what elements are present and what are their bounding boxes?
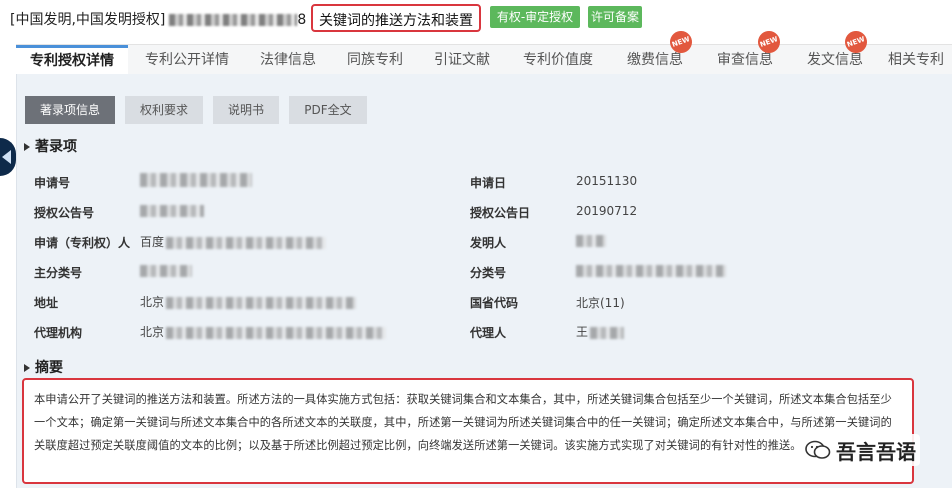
label-agent: 代理人 bbox=[470, 326, 507, 340]
status-badge: 有权-审定授权 bbox=[490, 6, 580, 28]
label-address: 地址 bbox=[34, 296, 59, 310]
redacted-number bbox=[169, 14, 298, 26]
tab-publication-detail[interactable]: 专利公开详情 bbox=[132, 45, 242, 75]
label-applicant: 申请（专利权）人 bbox=[34, 236, 131, 250]
label-agency: 代理机构 bbox=[34, 326, 83, 340]
abstract-box: 本申请公开了关键词的推送方法和装置。所述方法的一具体实施方式包括：获取关键词集合… bbox=[22, 378, 914, 484]
label-application-date: 申请日 bbox=[470, 176, 507, 190]
triangle-icon bbox=[24, 143, 30, 151]
value-address: 北京 bbox=[140, 293, 357, 310]
subtab-description[interactable]: 说明书 bbox=[213, 96, 279, 124]
label-province-code: 国省代码 bbox=[470, 296, 519, 310]
tab-legal-info[interactable]: 法律信息 bbox=[244, 45, 332, 75]
value-grant-pub-number bbox=[140, 203, 204, 217]
triangle-icon bbox=[24, 364, 30, 372]
tab-family-patents[interactable]: 同族专利 bbox=[332, 45, 418, 75]
watermark: 吾言吾语 bbox=[800, 434, 920, 466]
label-grant-pub-number: 授权公告号 bbox=[34, 206, 95, 220]
abstract-text: 本申请公开了关键词的推送方法和装置。所述方法的一具体实施方式包括：获取关键词集合… bbox=[34, 393, 892, 452]
value-application-date: 20151130 bbox=[576, 174, 638, 188]
label-class: 分类号 bbox=[470, 266, 507, 280]
tab-citations[interactable]: 引证文献 bbox=[418, 45, 506, 75]
tab-grant-detail[interactable]: 专利授权详情 bbox=[16, 45, 128, 75]
patent-number-suffix: 8 bbox=[297, 12, 307, 28]
collapse-arrow-icon[interactable] bbox=[0, 138, 16, 176]
subtab-bibliography[interactable]: 著录项信息 bbox=[25, 96, 115, 124]
tab-notice-info[interactable]: 发文信息 bbox=[790, 45, 880, 75]
bibliography-heading: 著录项 bbox=[24, 136, 77, 156]
subtab-claims[interactable]: 权利要求 bbox=[125, 96, 203, 124]
value-applicant: 百度 bbox=[140, 233, 327, 250]
patent-number: [中国发明,中国发明授权] 8 bbox=[10, 9, 306, 29]
tab-patent-value[interactable]: 专利价值度 bbox=[506, 45, 610, 75]
detail-tabs: 专利授权详情 专利公开详情 法律信息 同族专利 引证文献 专利价值度 缴费信息 … bbox=[16, 44, 952, 75]
label-grant-pub-date: 授权公告日 bbox=[470, 206, 531, 220]
label-main-class: 主分类号 bbox=[34, 266, 83, 280]
subtab-pdf[interactable]: PDF全文 bbox=[289, 96, 367, 124]
value-main-class bbox=[140, 263, 192, 277]
watermark-text: 吾言吾语 bbox=[836, 439, 916, 464]
value-application-number bbox=[140, 172, 252, 187]
patent-header: [中国发明,中国发明授权] 8 关键词的推送方法和装置 有权-审定授权 许可备案 bbox=[0, 0, 952, 36]
license-badge[interactable]: 许可备案 bbox=[588, 6, 642, 28]
label-application-number: 申请号 bbox=[34, 176, 71, 190]
patent-type: [中国发明,中国发明授权] bbox=[10, 12, 166, 28]
label-inventor: 发明人 bbox=[470, 236, 507, 250]
value-agent: 王 bbox=[576, 323, 625, 340]
value-grant-pub-date: 20190712 bbox=[576, 204, 638, 218]
tab-related-patents[interactable]: 相关专利 bbox=[880, 45, 952, 75]
value-province-code: 北京(11) bbox=[576, 296, 625, 310]
wechat-icon bbox=[804, 439, 832, 461]
patent-title: 关键词的推送方法和装置 bbox=[311, 4, 481, 32]
value-agency: 北京 bbox=[140, 323, 387, 340]
value-class bbox=[576, 263, 726, 277]
abstract-heading: 摘要 bbox=[24, 357, 63, 377]
value-inventor bbox=[576, 233, 606, 247]
